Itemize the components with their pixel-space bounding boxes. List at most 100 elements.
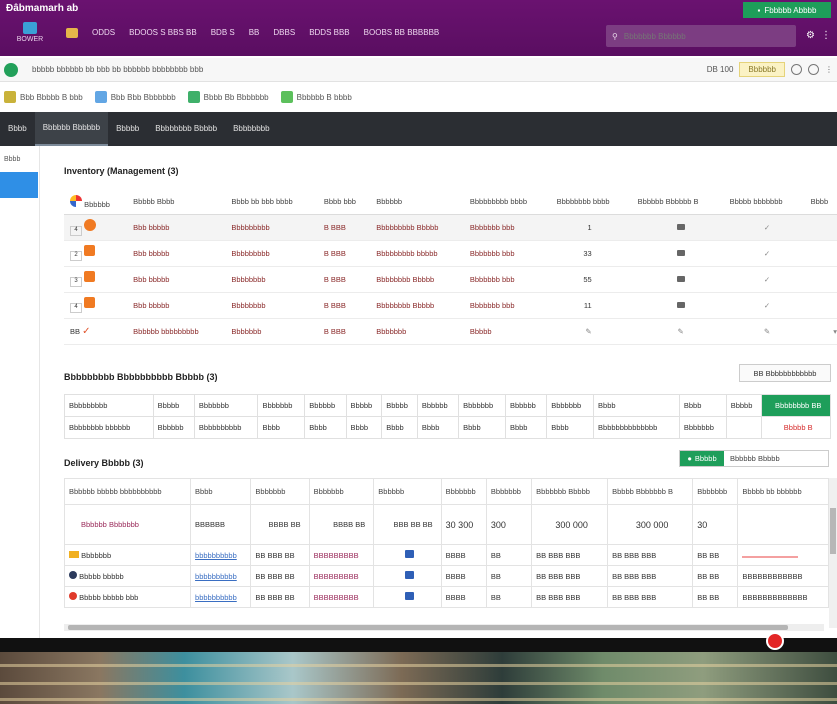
column-header[interactable]: Bbbbbb Bbbbbb B (631, 190, 724, 215)
gear-icon[interactable]: ⚙ (806, 30, 815, 41)
column-header[interactable]: Bbbbbb (64, 190, 128, 215)
column-header[interactable]: Bbbb (593, 394, 680, 417)
table-row[interactable]: Bbbbbbb bbbbbbbbbb BB BBB BB BBBBBBBBB B… (63, 544, 829, 566)
column-header[interactable]: Bbbbbbb Bbbbb (531, 478, 609, 505)
badge-icon[interactable] (373, 544, 442, 566)
more-icon[interactable]: ⋮ (821, 30, 831, 41)
top-menu-item[interactable]: BDDS BBB (309, 28, 349, 38)
scrollbar-thumb[interactable] (830, 508, 836, 554)
column-header[interactable]: Bbbb (678, 394, 727, 417)
column-header[interactable]: Bbbbbb (504, 394, 548, 417)
column-header[interactable]: Bbbb bbb (317, 190, 371, 215)
search-input[interactable] (623, 31, 774, 41)
menu-icon[interactable]: ⋮ (825, 65, 833, 74)
edit-icon[interactable]: ✎ (550, 318, 632, 345)
zoom-level[interactable]: DB 100 (707, 65, 734, 74)
column-header[interactable]: Bbbbbbb (546, 394, 595, 417)
column-header[interactable]: Bbbbb bbbbbbb (723, 190, 805, 215)
column-header[interactable]: Bbbb (190, 478, 252, 505)
top-menu-item[interactable]: BB (249, 28, 260, 38)
home-nav-button[interactable]: BOWER (12, 22, 48, 43)
status-text[interactable]: Bbbbb B (761, 416, 831, 439)
column-header[interactable]: Bbbbb (381, 394, 418, 417)
profile-pill[interactable]: Bbbbbb (739, 62, 785, 77)
edit-icon[interactable]: ✎ (723, 318, 805, 345)
distribution-action-button[interactable]: Bbbbbbbb BB (761, 394, 831, 417)
doc-icon[interactable] (631, 266, 724, 293)
row-link[interactable]: bbbbbbbbbb (190, 586, 252, 608)
table-row[interactable]: Bbbbb bbbbb bbb bbbbbbbbbb BB BBB BB BBB… (63, 586, 829, 608)
column-header[interactable]: Bbbbbbbbb (64, 394, 154, 417)
badge-icon[interactable] (373, 565, 442, 587)
bookmark-item[interactable]: Bbb Bbb Bbbbbbb (94, 91, 176, 103)
top-menu-item[interactable]: BDB S (211, 28, 235, 38)
column-header[interactable]: Bbbbbbb (193, 394, 259, 417)
url-text[interactable]: bbbbb bbbbbb bb bbb bb bbbbbb bbbbbbbb b… (32, 65, 203, 74)
expand-icon[interactable]: ▾ (804, 318, 837, 345)
scrollbar-thumb[interactable] (68, 625, 788, 630)
folder-icon[interactable] (66, 28, 78, 38)
top-menu-item[interactable]: ODDS (92, 28, 115, 38)
doc-icon[interactable] (631, 292, 724, 319)
doc-icon[interactable] (631, 214, 724, 241)
table-row[interactable]: 4 Bbb bbbbb Bbbbbbbb B BBB Bbbbbbbb Bbbb… (64, 292, 837, 319)
reload-icon[interactable] (4, 62, 18, 77)
column-header[interactable]: Bbbbbbb (485, 478, 533, 505)
add-distribution-button[interactable]: BB Bbbbbbbbbbbb (739, 364, 831, 382)
column-header[interactable]: Bbbbb (345, 394, 383, 417)
table-row[interactable]: 4 Bbb bbbbb Bbbbbbbbb B BBB Bbbbbbbbb Bb… (64, 214, 837, 241)
column-header[interactable]: Bbbbbb (373, 478, 442, 505)
badge-icon[interactable] (373, 586, 442, 608)
table-row[interactable]: 2 Bbb bbbbb Bbbbbbbbb B BBB Bbbbbbbbb bb… (64, 240, 837, 267)
column-header[interactable]: Bbbbbbb (308, 478, 375, 505)
tab-active[interactable]: Bbbbbb Bbbbbb (34, 112, 109, 146)
tab-third[interactable]: Bbbbb (108, 112, 147, 146)
top-menu-item[interactable]: DBBS (273, 28, 295, 38)
edit-icon[interactable]: ✓ (723, 214, 805, 241)
column-header[interactable]: Bbbbbbb (440, 478, 487, 505)
edit-icon[interactable]: ✓ (723, 292, 805, 319)
column-header[interactable]: Bbbbbb (370, 190, 464, 215)
tab-fourth[interactable]: Bbbbbbbb Bbbbb (147, 112, 225, 146)
row-link[interactable]: bbbbbbbbbb (190, 544, 252, 566)
column-header[interactable]: Bbbbb (152, 394, 195, 417)
doc-icon[interactable] (631, 240, 724, 267)
edit-icon[interactable]: ✓ (723, 266, 805, 293)
column-header[interactable]: Bbbb bb bbb bbbb (225, 190, 318, 215)
column-header[interactable]: Bbbb (804, 190, 837, 215)
vertical-scrollbar[interactable] (829, 478, 837, 628)
account-icon[interactable] (808, 64, 819, 75)
column-header[interactable]: Bbbbb Bbbbbbb B (607, 478, 694, 505)
column-header[interactable]: Bbbbbb (304, 394, 347, 417)
column-header[interactable]: Bbbbb Bbbb (127, 190, 226, 215)
column-header[interactable]: Bbbbbbb (257, 394, 306, 417)
column-header[interactable]: Bbbbbbbbb bbbb (463, 190, 551, 215)
row-link[interactable]: bbbbbbbbbb (190, 565, 252, 587)
table-row[interactable]: 3 Bbb bbbbb Bbbbbbbb B BBB Bbbbbbbb Bbbb… (64, 266, 837, 293)
tab-fifth[interactable]: Bbbbbbbb (225, 112, 277, 146)
top-menu-item[interactable]: BDOOS S BBS BB (129, 28, 197, 38)
column-header[interactable]: Bbbbb bb bbbbbb (737, 478, 829, 505)
toggle-on[interactable]: ● Bbbbb (680, 451, 724, 466)
extension-icon[interactable] (791, 64, 802, 75)
sidebar-active-item[interactable] (0, 172, 38, 198)
tab-home[interactable]: Bbbb (0, 112, 35, 146)
table-row[interactable]: Bbbbbbbb bbbbbb Bbbbbb Bbbbbbbbbb Bbbb B… (64, 416, 831, 439)
edit-icon[interactable]: ✎ (631, 318, 724, 345)
column-header[interactable]: Bbbbbbbb bbbb (550, 190, 632, 215)
table-row[interactable]: BB ✓ Bbbbbb bbbbbbbbb Bbbbbbb B BBB Bbbb… (64, 318, 837, 345)
record-icon[interactable] (766, 632, 784, 650)
table-row[interactable]: Bbbbb bbbbb bbbbbbbbbb BB BBB BB BBBBBBB… (63, 565, 829, 587)
view-toggle[interactable]: ● Bbbbb Bbbbbb Bbbbb (679, 450, 829, 467)
search-box[interactable]: ⚲ (606, 25, 796, 47)
column-header[interactable]: Bbbbbbb (458, 394, 506, 417)
edit-icon[interactable]: ✓ (723, 240, 805, 267)
cta-button[interactable]: ▪ Fbbbbb Abbbb (743, 2, 831, 18)
column-header[interactable]: Bbbbbb (416, 394, 460, 417)
bookmark-item[interactable]: Bbbb Bb Bbbbbbb (187, 91, 269, 103)
column-header[interactable]: Bbbbbbb (692, 478, 739, 505)
top-menu-item[interactable]: BOOBS BB BBBBBB (364, 28, 440, 38)
horizontal-scrollbar[interactable] (64, 624, 824, 631)
bookmark-item[interactable]: Bbbbbb B bbbb (280, 91, 352, 103)
column-header[interactable]: Bbbbbbb (250, 478, 310, 505)
